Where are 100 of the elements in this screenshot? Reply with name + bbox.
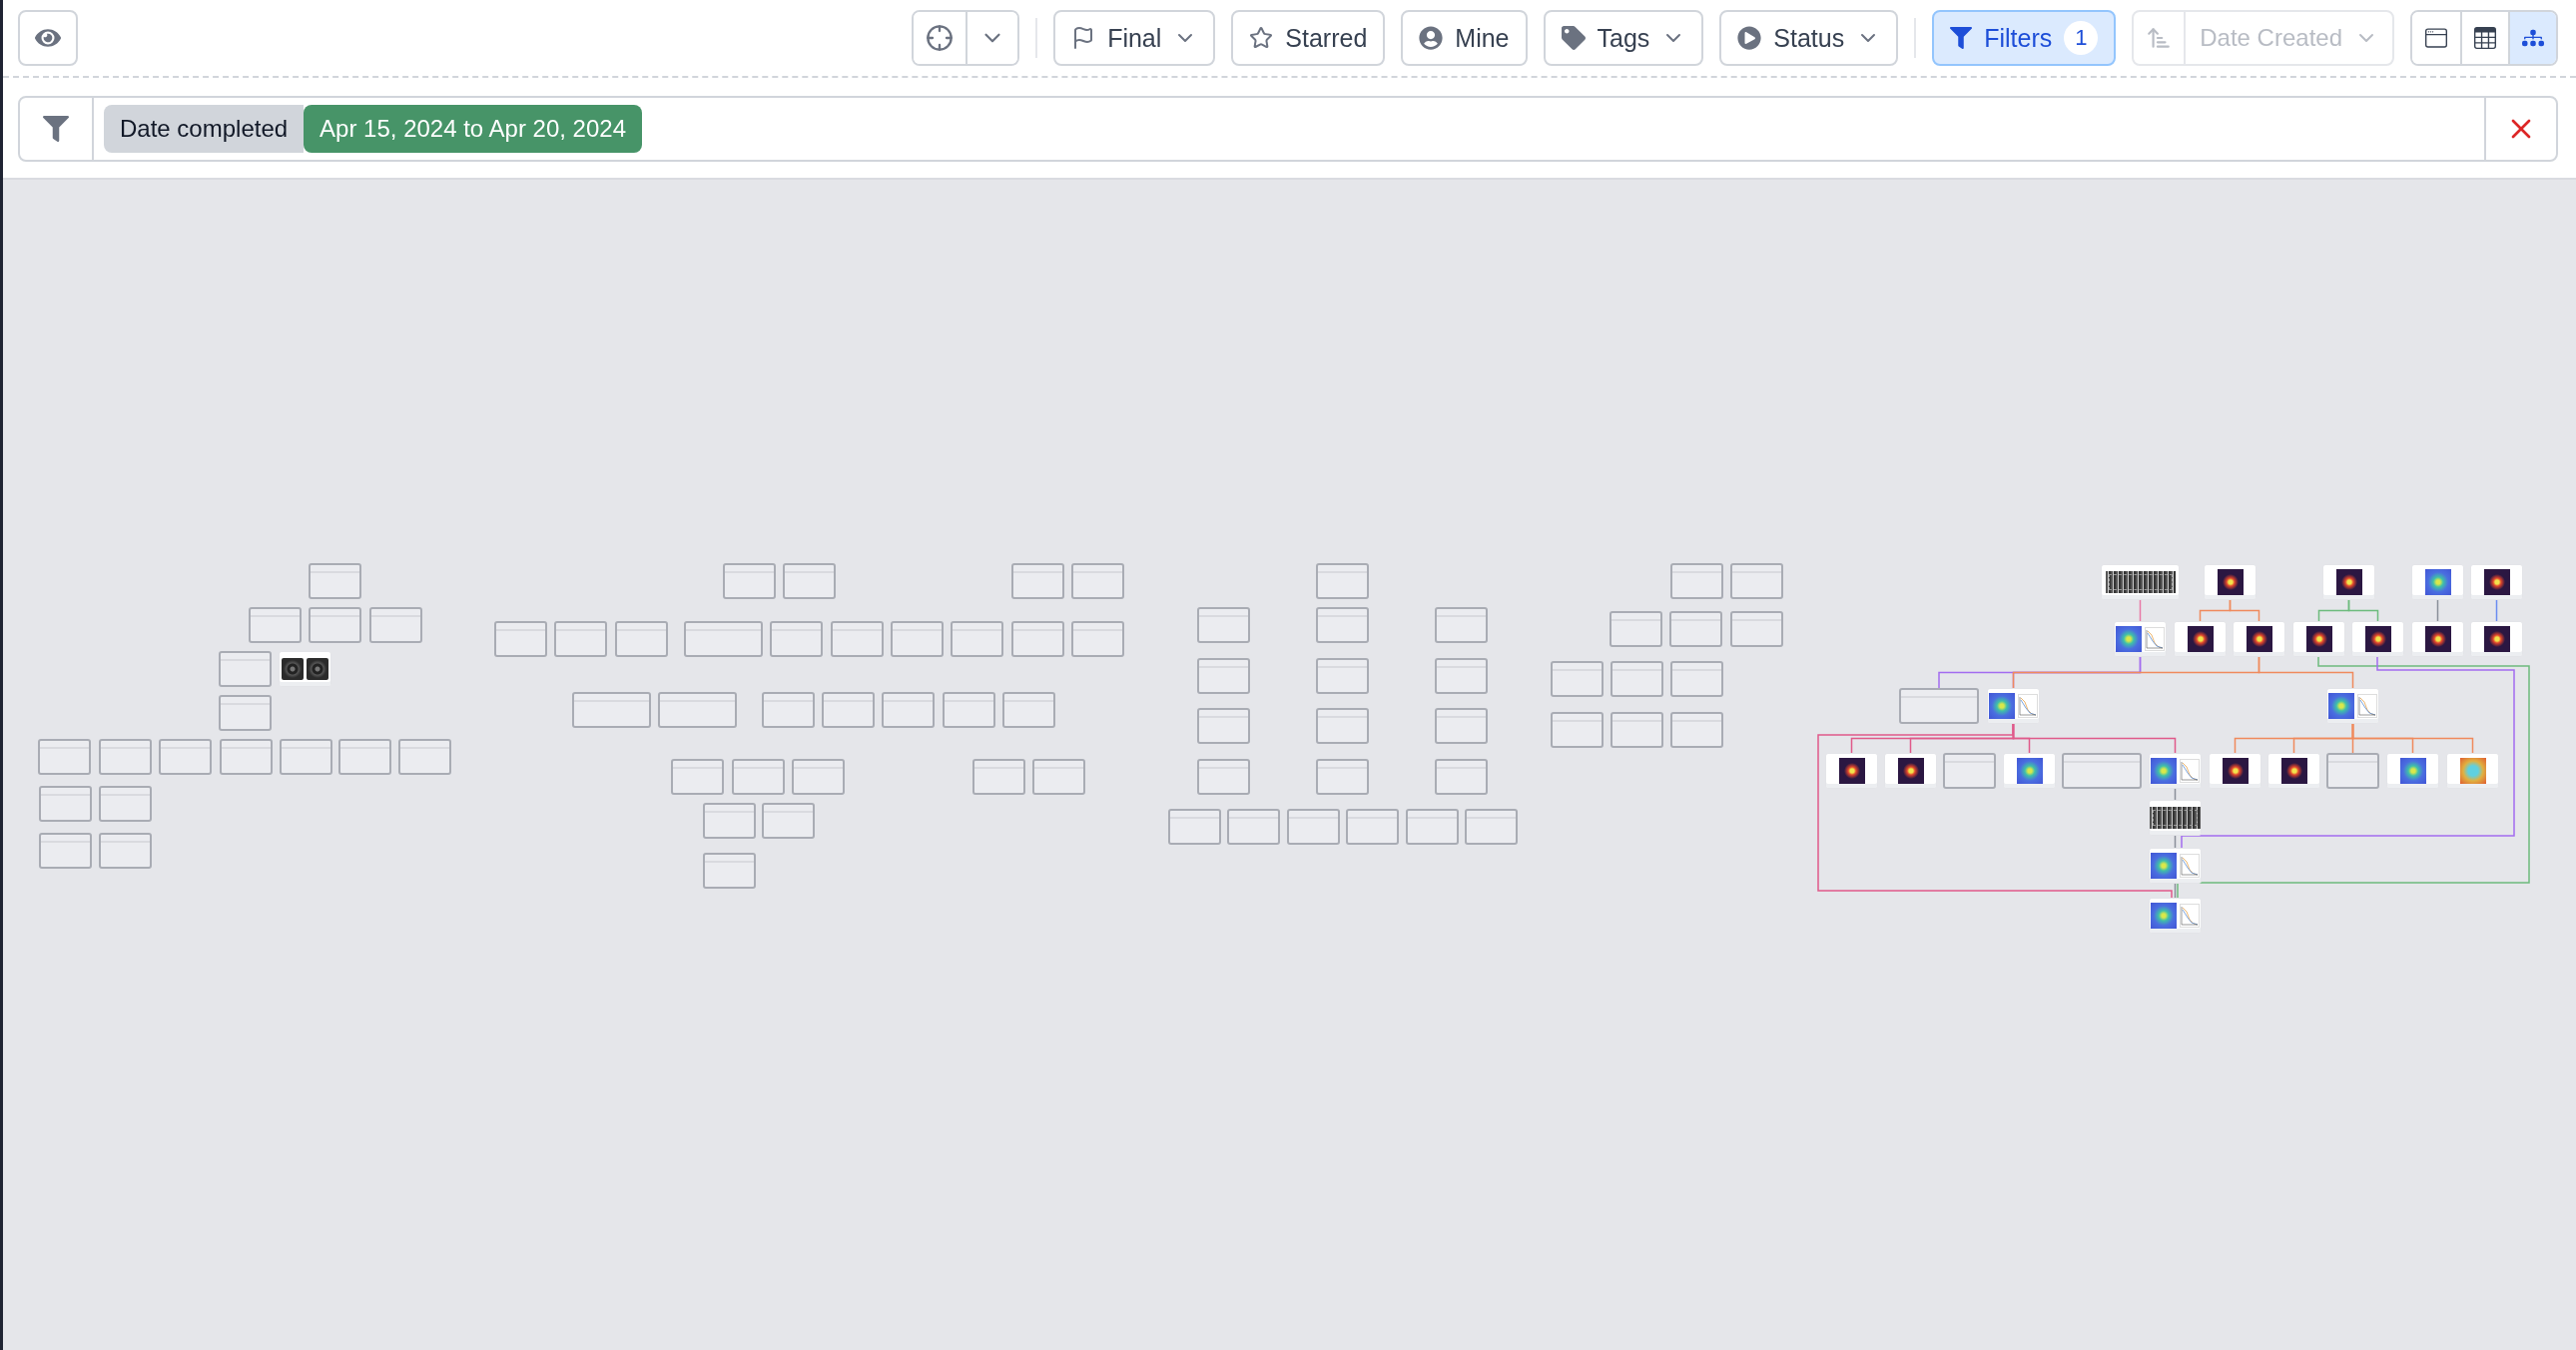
node-card[interactable]: [39, 833, 92, 869]
heatmap-thumbnail: [2364, 626, 2391, 652]
node-card[interactable]: [1406, 809, 1459, 845]
node-card[interactable]: [1610, 611, 1662, 647]
node-card[interactable]: [972, 759, 1025, 795]
node-card[interactable]: [280, 739, 332, 775]
visibility-button[interactable]: [18, 10, 78, 66]
node-card[interactable]: [762, 803, 815, 839]
heatmap-thumbnail: [1989, 693, 2015, 719]
dropdown-button[interactable]: Final: [1053, 10, 1216, 66]
node-card[interactable]: [1610, 661, 1663, 697]
node-card[interactable]: [891, 621, 944, 657]
node-card[interactable]: [220, 739, 273, 775]
line-chart-thumbnail: [2180, 854, 2200, 878]
node-card[interactable]: [1071, 621, 1124, 657]
node-card[interactable]: [309, 607, 361, 643]
node-card[interactable]: [1730, 563, 1783, 599]
node-card[interactable]: [99, 739, 152, 775]
node-card[interactable]: [1168, 809, 1221, 845]
node-card[interactable]: [1316, 607, 1369, 643]
node-card[interactable]: [1670, 661, 1723, 697]
node-card[interactable]: [309, 563, 361, 599]
node-card[interactable]: [99, 786, 152, 822]
node-card[interactable]: [783, 563, 836, 599]
node-card[interactable]: [39, 786, 92, 822]
node-card[interactable]: [951, 621, 1003, 657]
node-card[interactable]: [1287, 809, 1340, 845]
line-chart-thumbnail: [2357, 694, 2377, 718]
node-card[interactable]: [1435, 658, 1488, 694]
node-card[interactable]: [1011, 563, 1064, 599]
node-card[interactable]: [615, 621, 668, 657]
table-icon: [2474, 27, 2496, 49]
toggle-button[interactable]: Starred: [1231, 10, 1386, 66]
node-card[interactable]: [1346, 809, 1399, 845]
node-card[interactable]: [1002, 692, 1055, 728]
node-card[interactable]: [1899, 688, 1979, 724]
filter-value[interactable]: Apr 15, 2024 to Apr 20, 2024: [304, 105, 642, 153]
node-card[interactable]: [1197, 759, 1250, 795]
node-card[interactable]: [1316, 563, 1369, 599]
node-card[interactable]: [1669, 611, 1722, 647]
node-card[interactable]: [1197, 607, 1250, 643]
node-card[interactable]: [943, 692, 995, 728]
node-card[interactable]: [723, 563, 776, 599]
node-card[interactable]: [1316, 658, 1369, 694]
node-card[interactable]: [38, 739, 91, 775]
node-card[interactable]: [732, 759, 785, 795]
node-card[interactable]: [671, 759, 724, 795]
image-grid-thumbnail: [2105, 571, 2176, 593]
node-card[interactable]: [249, 607, 302, 643]
node-card[interactable]: [1943, 753, 1996, 789]
node-card[interactable]: [2326, 753, 2379, 789]
toggle-button[interactable]: Mine: [1401, 10, 1528, 66]
node-card[interactable]: [770, 621, 823, 657]
node-card[interactable]: [219, 651, 272, 687]
connector-line: [2347, 599, 2379, 622]
heatmap-thumbnail: [2399, 758, 2426, 784]
node-card[interactable]: [1670, 712, 1723, 748]
node-card[interactable]: [1551, 661, 1604, 697]
node-card[interactable]: [554, 621, 607, 657]
node-card[interactable]: [1730, 611, 1783, 647]
node-card[interactable]: [398, 739, 451, 775]
node-card[interactable]: [882, 692, 935, 728]
filter-field[interactable]: Date completed: [104, 105, 305, 153]
node-card[interactable]: [1551, 712, 1604, 748]
node-card[interactable]: [684, 621, 763, 657]
node-card[interactable]: [2062, 753, 2142, 789]
node-card[interactable]: [1011, 621, 1064, 657]
node-card[interactable]: [762, 692, 815, 728]
node-card[interactable]: [572, 692, 651, 728]
node-card[interactable]: [658, 692, 737, 728]
node-card[interactable]: [1435, 708, 1488, 744]
node-card[interactable]: [1071, 563, 1124, 599]
view-toggle[interactable]: [2508, 12, 2556, 64]
node-card[interactable]: [1435, 607, 1488, 643]
dropdown-button[interactable]: Status: [1719, 10, 1899, 66]
node-card[interactable]: [822, 692, 875, 728]
node-card[interactable]: [1465, 809, 1518, 845]
node-card[interactable]: [1197, 658, 1250, 694]
node-card[interactable]: [703, 803, 756, 839]
node-card[interactable]: [1197, 708, 1250, 744]
node-card[interactable]: [338, 739, 391, 775]
node-card[interactable]: [703, 853, 756, 889]
node-card[interactable]: [1032, 759, 1085, 795]
node-card[interactable]: [159, 739, 212, 775]
node-card[interactable]: [1610, 712, 1663, 748]
node-card[interactable]: [1316, 759, 1369, 795]
node-card[interactable]: [792, 759, 845, 795]
node-card[interactable]: [99, 833, 152, 869]
node-card[interactable]: [219, 695, 272, 731]
node-card[interactable]: [831, 621, 884, 657]
heatmap-thumbnail: [1897, 758, 1924, 784]
node-card[interactable]: [1227, 809, 1280, 845]
node-card[interactable]: [369, 607, 422, 643]
filters-button[interactable]: Filters 1: [1932, 10, 2117, 66]
node-card[interactable]: [1435, 759, 1488, 795]
node-card[interactable]: [1670, 563, 1723, 599]
heatmap-thumbnail: [2016, 758, 2043, 784]
node-card[interactable]: [1316, 708, 1369, 744]
dropdown-button[interactable]: Tags: [1543, 10, 1704, 66]
node-card[interactable]: [494, 621, 547, 657]
